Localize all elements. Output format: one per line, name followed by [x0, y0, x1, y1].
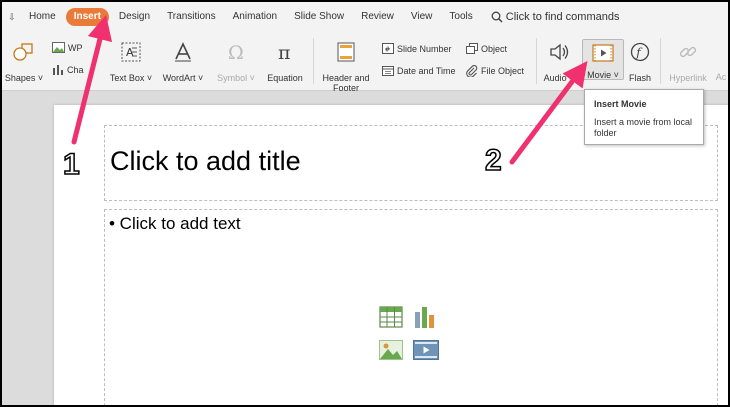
step-label-1: 1: [62, 147, 80, 182]
step-label-2: 2: [484, 143, 502, 178]
annotation-arrows: [71, 14, 588, 165]
arrow-1: [71, 14, 113, 145]
app-window: ⇩ Home Insert Design Transitions Animati…: [0, 0, 730, 407]
arrow-2: [509, 60, 588, 165]
